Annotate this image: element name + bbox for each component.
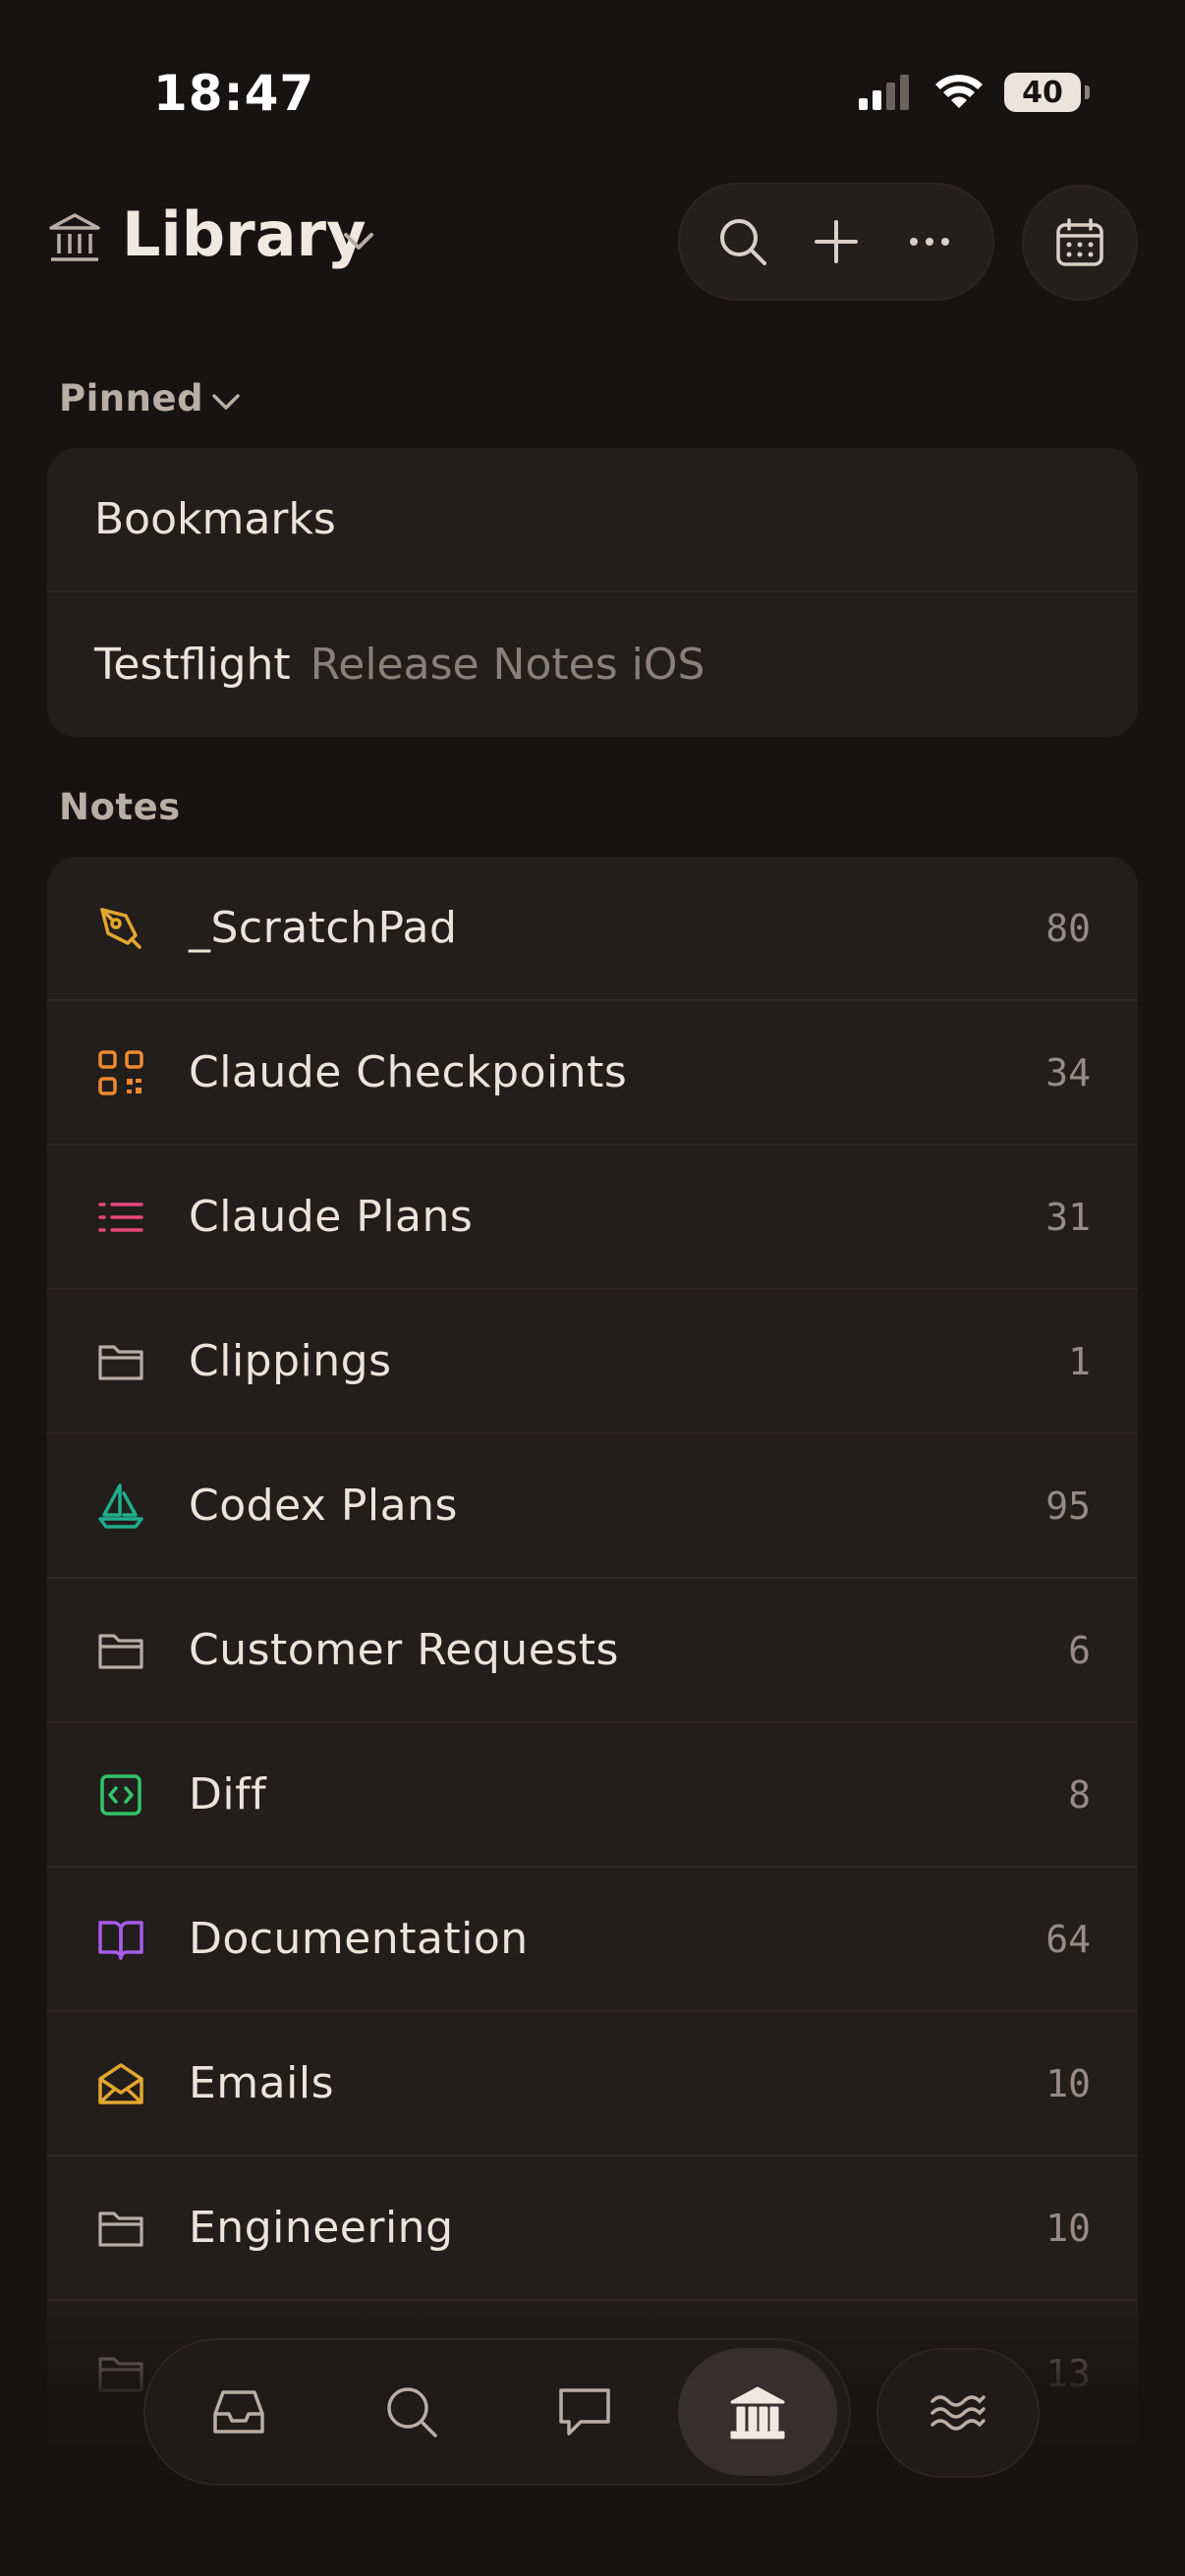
pinned-item-label: Testflight (94, 640, 291, 690)
search-icon[interactable] (715, 214, 770, 269)
list-item-count: 10 (1045, 2206, 1091, 2250)
list-item-label: _ScratchPad (189, 903, 458, 953)
list-item-count: 34 (1045, 1050, 1091, 1094)
library-title[interactable]: Library (122, 198, 367, 270)
list-item-label: Emails (189, 2058, 334, 2108)
folder-icon (98, 1344, 143, 1380)
list-item[interactable]: _ScratchPad 80 (47, 857, 1138, 1001)
list-item-label: Diff (189, 1769, 267, 1820)
tab-chat[interactable] (538, 2366, 631, 2458)
pinned-list: Bookmarks Testflight Release Notes iOS (47, 448, 1138, 737)
list-item[interactable]: Claude Checkpoints 34 (47, 1001, 1138, 1146)
envelope-icon (98, 2062, 143, 2104)
more-icon[interactable] (902, 214, 957, 269)
waves-button[interactable] (876, 2348, 1040, 2478)
calendar-button[interactable] (1022, 185, 1138, 301)
list-item-label: Codex Plans (189, 1481, 458, 1531)
list-item-count: 64 (1045, 1917, 1091, 1961)
list-item-label: Clippings (189, 1336, 392, 1386)
calendar-icon (1056, 218, 1103, 266)
list-item-count: 95 (1045, 1484, 1091, 1528)
sailboat-icon (98, 1483, 143, 1529)
list-item[interactable]: Engineering 10 (47, 2156, 1138, 2301)
list-item[interactable]: Emails 10 (47, 2012, 1138, 2156)
list-item-label: Customer Requests (189, 1625, 619, 1675)
list-item-label: Documentation (189, 1914, 529, 1964)
list-item-count: 80 (1045, 906, 1091, 950)
list-item-count: 10 (1045, 2061, 1091, 2105)
list-icon (98, 1202, 143, 1232)
list-item[interactable]: Documentation 64 (47, 1868, 1138, 2012)
search-icon (387, 2387, 437, 2437)
list-item[interactable]: Codex Plans 95 (47, 1434, 1138, 1579)
list-item-count: 1 (1068, 1339, 1091, 1383)
list-item[interactable]: Clippings 1 (47, 1290, 1138, 1434)
tab-inbox[interactable] (193, 2366, 285, 2458)
list-item[interactable]: Customer Requests 6 (47, 1579, 1138, 1723)
pinned-item-testflight[interactable]: Testflight Release Notes iOS (47, 592, 1138, 737)
notes-list: _ScratchPad 80 Claude Checkpoints 34 Cla… (47, 857, 1138, 2445)
list-item[interactable]: Claude Plans 31 (47, 1146, 1138, 1290)
pen-nib-icon (100, 907, 141, 949)
tab-library[interactable] (711, 2366, 804, 2458)
chevron-down-icon[interactable] (208, 383, 244, 419)
pinned-item-bookmarks[interactable]: Bookmarks (47, 448, 1138, 592)
inbox-icon (213, 2390, 264, 2434)
header-actions (678, 183, 994, 301)
folder-icon (98, 1633, 143, 1669)
chevron-down-icon[interactable] (338, 220, 379, 261)
wifi-icon (935, 75, 983, 108)
list-item[interactable]: Diff 8 (47, 1723, 1138, 1868)
battery-level: 40 (1022, 75, 1063, 110)
list-item-count: 31 (1045, 1195, 1091, 1239)
code-icon (100, 1773, 141, 1816)
list-item-count: 6 (1068, 1628, 1091, 1672)
list-item-label: Claude Checkpoints (189, 1047, 628, 1097)
pinned-item-subtitle: Release Notes iOS (310, 640, 705, 690)
waves-icon (931, 2395, 986, 2431)
battery-indicator: 40 (1004, 73, 1090, 112)
plus-icon[interactable] (809, 214, 864, 269)
qr-code-icon (98, 1049, 143, 1095)
tab-search[interactable] (366, 2366, 458, 2458)
status-icons: 40 (857, 73, 1090, 112)
chat-icon (559, 2388, 610, 2436)
list-item-label: Claude Plans (189, 1192, 474, 1242)
pinned-item-label: Bookmarks (94, 494, 336, 544)
book-icon (98, 1920, 143, 1960)
library-icon (730, 2386, 785, 2439)
notes-section-label: Notes (59, 786, 181, 828)
library-icon (49, 213, 100, 261)
list-item-count: 8 (1068, 1772, 1091, 1817)
folder-icon (98, 2211, 143, 2247)
list-item-label: Engineering (189, 2203, 454, 2253)
pinned-section-label[interactable]: Pinned (59, 377, 203, 420)
signal-icon (859, 75, 909, 110)
status-time: 18:47 (153, 65, 315, 122)
